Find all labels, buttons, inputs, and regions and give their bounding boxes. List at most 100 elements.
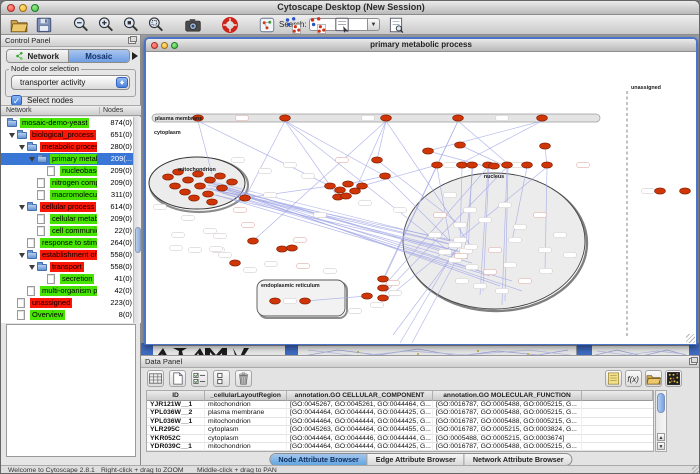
help-icon[interactable] bbox=[221, 16, 239, 34]
graph-node[interactable] bbox=[432, 162, 443, 168]
expander-icon[interactable] bbox=[29, 265, 35, 270]
save-icon[interactable] bbox=[35, 16, 53, 34]
minimized-window-fragment[interactable] bbox=[298, 345, 576, 355]
table-scrollbar-thumb[interactable] bbox=[657, 393, 665, 413]
graph-node[interactable] bbox=[217, 185, 228, 191]
graph-node[interactable] bbox=[183, 177, 194, 183]
tab-mosaic[interactable]: Mosaic bbox=[69, 50, 130, 62]
tree-scrollbar[interactable] bbox=[133, 117, 141, 323]
graph-node[interactable] bbox=[215, 173, 226, 179]
export-graphics-icon[interactable] bbox=[333, 16, 351, 34]
graph-node[interactable] bbox=[335, 187, 346, 193]
tab-network[interactable]: Network bbox=[7, 50, 69, 62]
tab-network-attribute-browser[interactable]: Network Attribute Browser bbox=[465, 454, 572, 465]
graph-node[interactable] bbox=[205, 177, 216, 183]
scroll-down-icon[interactable]: ▼ bbox=[657, 442, 665, 450]
float-panel-icon[interactable] bbox=[128, 37, 136, 44]
graph-node[interactable] bbox=[163, 174, 174, 180]
graph-node[interactable] bbox=[423, 148, 434, 154]
tree-row-metabolic-process[interactable]: metabolic process280(0) bbox=[1, 141, 141, 153]
table-row[interactable]: YDR039C__1mitochondrion[GO:0044464, GO:0… bbox=[147, 443, 653, 451]
delete-attributes-icon[interactable] bbox=[235, 370, 252, 387]
layout-force-icon[interactable] bbox=[308, 16, 326, 34]
graph-node[interactable] bbox=[542, 162, 553, 168]
minimized-window-fragment[interactable] bbox=[592, 345, 689, 355]
graph-node[interactable] bbox=[540, 143, 551, 149]
graph-node[interactable] bbox=[380, 173, 391, 179]
graph-edge[interactable] bbox=[362, 165, 437, 186]
tab-scroll-arrow-icon[interactable] bbox=[132, 52, 138, 60]
graph-node[interactable] bbox=[287, 245, 298, 251]
birdseye-overview-panel[interactable] bbox=[6, 324, 136, 457]
layout-spring-icon[interactable] bbox=[283, 16, 301, 34]
column-header-ID[interactable]: ID bbox=[147, 391, 205, 401]
scroll-up-icon[interactable]: ▲ bbox=[657, 433, 665, 441]
graph-node[interactable] bbox=[680, 188, 691, 194]
tree-row-secretion[interactable]: secretion41(0) bbox=[1, 273, 141, 285]
tree-row-cellular-metabo[interactable]: cellular metabo209(0) bbox=[1, 213, 141, 225]
graph-edge[interactable] bbox=[458, 121, 507, 163]
graph-node[interactable] bbox=[300, 298, 311, 304]
network-canvas[interactable]: plasma membranecytoplasmmitochondrionnuc… bbox=[146, 53, 696, 344]
column-header-_cellularLayoutRegion[interactable]: _cellularLayoutRegion bbox=[205, 391, 287, 401]
graph-node[interactable] bbox=[502, 162, 513, 168]
overview-panel-icon[interactable] bbox=[258, 16, 276, 34]
graph-node[interactable] bbox=[203, 191, 214, 197]
frame-resize-grip[interactable] bbox=[686, 334, 695, 343]
select-attributes-icon[interactable] bbox=[191, 370, 208, 387]
column-header-annotation.GO CELLULAR_COMPONENT[interactable]: annotation.GO CELLULAR_COMPONENT bbox=[287, 391, 433, 401]
tree-col-network[interactable]: Network bbox=[6, 107, 32, 114]
graph-node[interactable] bbox=[378, 276, 389, 282]
table-row[interactable]: YPL036W__2plasma membrane[GO:0044464, GO… bbox=[147, 409, 653, 417]
tab-edge-attribute-browser[interactable]: Edge Attribute Browser bbox=[368, 454, 465, 465]
graph-node[interactable] bbox=[381, 115, 392, 121]
tree-row-cellular-process[interactable]: cellular process614(0) bbox=[1, 201, 141, 213]
zoom-fit-icon[interactable] bbox=[147, 16, 165, 34]
graph-node[interactable] bbox=[240, 195, 251, 201]
table-row[interactable]: YPL036W__1mitochondrion[GO:0044464, GO:0… bbox=[147, 418, 653, 426]
graph-edge[interactable] bbox=[377, 121, 386, 160]
search-dropdown-icon[interactable]: ▼ bbox=[367, 18, 380, 31]
expander-icon[interactable] bbox=[29, 157, 35, 162]
grid-icon[interactable] bbox=[147, 370, 164, 387]
graph-node[interactable] bbox=[378, 295, 389, 301]
graph-node[interactable] bbox=[655, 188, 666, 194]
tree-row-establishment-of-lo[interactable]: establishment of lo558(0) bbox=[1, 249, 141, 261]
tree-row-overview[interactable]: Overview8(0) bbox=[1, 309, 141, 321]
tree-col-nodes[interactable]: Nodes bbox=[99, 107, 123, 114]
float-panel-icon[interactable] bbox=[689, 358, 697, 365]
graph-node[interactable] bbox=[280, 115, 291, 121]
graph-node[interactable] bbox=[230, 260, 241, 266]
graph-node[interactable] bbox=[453, 115, 464, 121]
expander-icon[interactable] bbox=[19, 145, 25, 150]
tree-row-nitrogen-compo[interactable]: nitrogen compo209(0) bbox=[1, 177, 141, 189]
minimized-window-fragment[interactable] bbox=[263, 345, 285, 355]
graph-node[interactable] bbox=[277, 246, 288, 252]
notes-icon[interactable] bbox=[605, 370, 622, 387]
graph-node[interactable] bbox=[489, 163, 500, 169]
open-icon[interactable] bbox=[10, 16, 28, 34]
import-icon[interactable] bbox=[645, 370, 662, 387]
table-row[interactable]: YLR295Ccytoplasm[GO:0045263, GO:0044464,… bbox=[147, 426, 653, 434]
graph-node[interactable] bbox=[357, 183, 368, 189]
expander-icon[interactable] bbox=[19, 253, 25, 258]
graph-edge[interactable] bbox=[428, 121, 542, 151]
tree-row-biological-process[interactable]: biological_process651(0) bbox=[1, 129, 141, 141]
node-color-select[interactable]: transporter activity bbox=[11, 75, 130, 90]
zoom-selected-icon[interactable] bbox=[122, 16, 140, 34]
table-row[interactable]: YJR121W__1mitochondrion[GO:0045267, GO:0… bbox=[147, 401, 653, 409]
zoom-out-icon[interactable] bbox=[72, 16, 90, 34]
graph-node[interactable] bbox=[362, 293, 373, 299]
graph-node[interactable] bbox=[522, 162, 533, 168]
graph-node[interactable] bbox=[270, 298, 281, 304]
tree-row-primary-metabo[interactable]: primary metabo209(... bbox=[1, 153, 141, 165]
graph-node[interactable] bbox=[372, 157, 383, 163]
graph-node[interactable] bbox=[537, 115, 548, 121]
graph-node[interactable] bbox=[455, 142, 466, 148]
graph-node[interactable] bbox=[189, 195, 200, 201]
graph-node[interactable] bbox=[467, 162, 478, 168]
graph-node[interactable] bbox=[248, 238, 259, 244]
formula-icon[interactable]: f(x) bbox=[625, 370, 642, 387]
graph-node[interactable] bbox=[325, 183, 336, 189]
frame-title-bar[interactable]: primary metabolic process bbox=[146, 39, 696, 52]
